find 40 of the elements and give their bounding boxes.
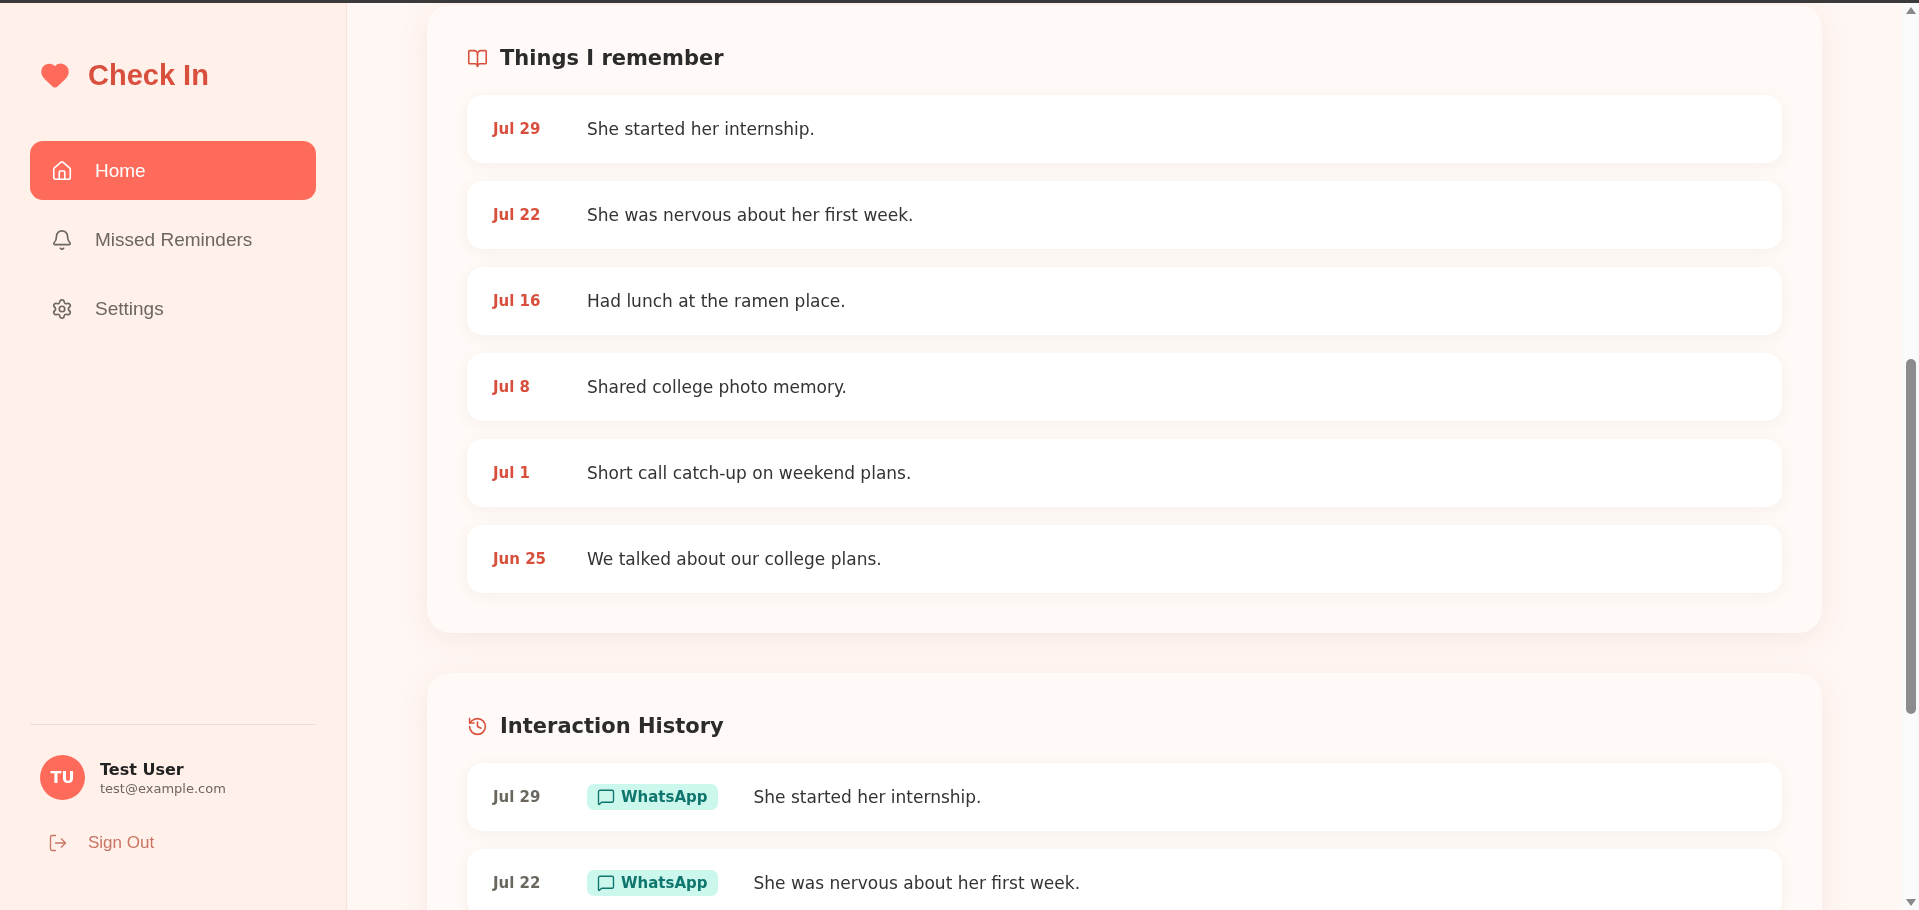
sign-out-icon [48, 833, 68, 853]
history-date: Jul 22 [493, 874, 542, 892]
memory-text: She was nervous about her first week. [587, 205, 914, 225]
chat-icon [597, 874, 615, 892]
card-title: Interaction History [500, 714, 724, 738]
user-name: Test User [100, 759, 185, 779]
memory-text: Had lunch at the ramen place. [587, 291, 846, 311]
sign-out-link[interactable]: Sign Out [48, 833, 316, 853]
memory-text: Short call catch-up on weekend plans. [587, 463, 912, 483]
history-icon [467, 715, 488, 737]
memory-date: Jul 22 [493, 206, 542, 224]
nav-item[interactable]: Settings [30, 279, 316, 338]
chat-icon [597, 788, 615, 806]
scrollbar-thumb[interactable] [1905, 359, 1916, 714]
history-date: Jul 29 [493, 788, 542, 806]
scroll-up-icon[interactable] [1905, 7, 1916, 14]
settings-icon [51, 297, 73, 320]
memory-text: She started her internship. [587, 119, 815, 139]
book-icon [467, 47, 488, 69]
home-icon [51, 159, 73, 182]
memory-date: Jul 16 [493, 292, 542, 310]
memory-text: Shared college photo memory. [587, 377, 847, 397]
nav-item[interactable]: Home [30, 141, 316, 200]
card-title: Things I remember [500, 46, 724, 70]
scrollbar[interactable] [1902, 3, 1919, 910]
memory-date: Jul 29 [493, 120, 542, 138]
history-text: She started her internship. [753, 787, 982, 807]
channel-label: WhatsApp [621, 874, 708, 892]
channel-label: WhatsApp [621, 788, 708, 806]
bell-icon [51, 228, 73, 251]
scroll-down-icon[interactable] [1905, 899, 1916, 906]
memory-date: Jun 25 [493, 550, 548, 568]
user-email: test@example.com [100, 780, 226, 796]
nav-item[interactable]: Missed Reminders [30, 210, 316, 269]
memory-date: Jul 1 [493, 464, 532, 482]
memory-text: We talked about our college plans. [587, 549, 882, 569]
memory-date: Jul 8 [493, 378, 532, 396]
avatar: TU [40, 755, 85, 800]
app-title: Check In [88, 58, 209, 92]
history-text: She was nervous about her first week. [753, 873, 1081, 893]
